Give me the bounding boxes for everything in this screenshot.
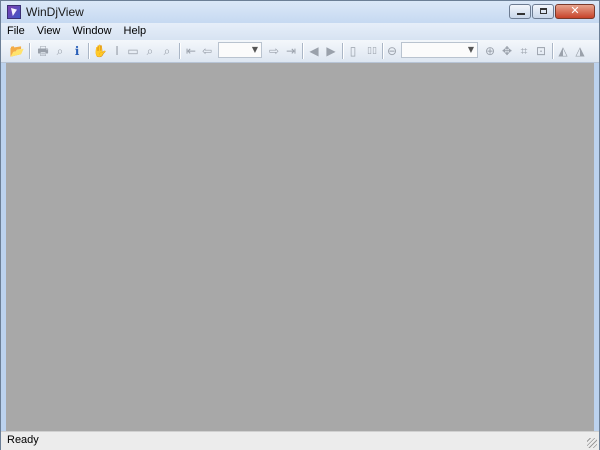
next-page-icon: ⇨ xyxy=(268,44,280,58)
menu-window[interactable]: Window xyxy=(66,23,117,40)
hand-icon: ✋ xyxy=(92,44,108,58)
title-bar[interactable]: WinDjView ✕ xyxy=(1,1,599,23)
print-button[interactable]: 🖶 xyxy=(35,43,51,59)
back-icon: ◀ xyxy=(309,44,319,58)
prev-page-icon: ⇦ xyxy=(201,44,213,58)
prev-page-button[interactable]: ⇦ xyxy=(199,43,215,59)
document-view-area[interactable] xyxy=(6,63,594,431)
minimize-icon xyxy=(517,13,525,15)
find-icon: ⌕ xyxy=(56,44,64,58)
print-icon: 🖶 xyxy=(37,44,49,58)
chevron-down-icon[interactable]: ▼ xyxy=(249,43,261,57)
hand-tool-button[interactable]: ✋ xyxy=(92,43,108,59)
toolbar-separator xyxy=(342,43,344,59)
zoom-tool-button[interactable]: ⌕ xyxy=(142,43,158,59)
back-button[interactable]: ◀ xyxy=(306,43,322,59)
rotate-left-icon: ◭ xyxy=(558,44,568,58)
text-select-button[interactable]: I xyxy=(109,43,125,59)
zoom-combo[interactable]: ▼ xyxy=(401,42,478,58)
fit-page-icon: ⌗ xyxy=(520,44,528,58)
last-page-button[interactable]: ⇥ xyxy=(283,43,299,59)
find-button[interactable]: ⌕ xyxy=(52,43,68,59)
close-button[interactable]: ✕ xyxy=(555,4,595,19)
actual-size-icon: ⊡ xyxy=(535,44,547,58)
caption-buttons: ✕ xyxy=(509,4,595,19)
minimize-button[interactable] xyxy=(509,4,531,19)
rect-select-icon: ▭ xyxy=(127,44,139,58)
info-icon: ℹ xyxy=(74,44,80,58)
toolbar-separator xyxy=(29,43,31,59)
toolbar-separator xyxy=(179,43,181,59)
next-page-button[interactable]: ⇨ xyxy=(266,43,282,59)
zoom-in-icon: ⊕ xyxy=(484,44,496,58)
fit-page-button[interactable]: ⌗ xyxy=(516,43,532,59)
facing-pages-button[interactable]: ▯▯ xyxy=(363,43,381,59)
maximize-icon xyxy=(540,8,547,14)
page-number-combo[interactable]: ▼ xyxy=(218,42,262,58)
open-button[interactable]: 📂 xyxy=(9,43,25,59)
forward-icon: ▶ xyxy=(326,44,336,58)
resize-grip-icon[interactable] xyxy=(587,438,597,448)
zoom-rect-icon: ⌕ xyxy=(163,44,171,58)
zoom-in-button[interactable]: ⊕ xyxy=(482,43,498,59)
first-page-button[interactable]: ⇤ xyxy=(183,43,199,59)
main-window: WinDjView ✕ File View Window Help 📂 🖶 ⌕ … xyxy=(0,0,600,450)
actual-size-button[interactable]: ⊡ xyxy=(533,43,549,59)
toolbar-separator xyxy=(552,43,554,59)
rotate-right-button[interactable]: ◮ xyxy=(572,43,588,59)
fit-width-icon: ✥ xyxy=(501,44,513,58)
status-text: Ready xyxy=(7,434,39,446)
toolbar: 📂 🖶 ⌕ ℹ ✋ I ▭ ⌕ ⌕ ⇤ ⇦ ▼ ⇨ ⇥ ◀ ▶ ▯ ▯▯ ⊖ ▼… xyxy=(1,40,599,63)
zoom-rect-button[interactable]: ⌕ xyxy=(159,43,175,59)
fit-width-button[interactable]: ✥ xyxy=(499,43,515,59)
open-icon: 📂 xyxy=(9,44,25,58)
first-page-icon: ⇤ xyxy=(185,44,197,58)
menu-help[interactable]: Help xyxy=(118,23,153,40)
maximize-button[interactable] xyxy=(532,4,554,19)
rotate-right-icon: ◮ xyxy=(575,44,585,58)
zoom-out-button[interactable]: ⊖ xyxy=(384,43,400,59)
menu-view[interactable]: View xyxy=(31,23,67,40)
forward-button[interactable]: ▶ xyxy=(323,43,339,59)
status-bar: Ready xyxy=(1,431,599,450)
single-page-button[interactable]: ▯ xyxy=(345,43,361,59)
chevron-down-icon[interactable]: ▼ xyxy=(465,43,477,57)
toolbar-separator xyxy=(88,43,90,59)
rotate-left-button[interactable]: ◭ xyxy=(555,43,571,59)
facing-pages-icon: ▯▯ xyxy=(367,46,377,56)
text-select-icon: I xyxy=(115,44,119,58)
single-page-icon: ▯ xyxy=(349,44,357,58)
rect-select-button[interactable]: ▭ xyxy=(125,43,141,59)
last-page-icon: ⇥ xyxy=(285,44,297,58)
menu-file[interactable]: File xyxy=(1,23,31,40)
close-icon: ✕ xyxy=(570,4,580,17)
info-button[interactable]: ℹ xyxy=(69,43,85,59)
menu-bar: File View Window Help xyxy=(1,23,599,40)
app-icon[interactable] xyxy=(7,5,21,19)
zoom-out-icon: ⊖ xyxy=(386,44,398,58)
toolbar-separator xyxy=(302,43,304,59)
window-title: WinDjView xyxy=(26,5,84,19)
zoom-icon: ⌕ xyxy=(146,44,154,58)
